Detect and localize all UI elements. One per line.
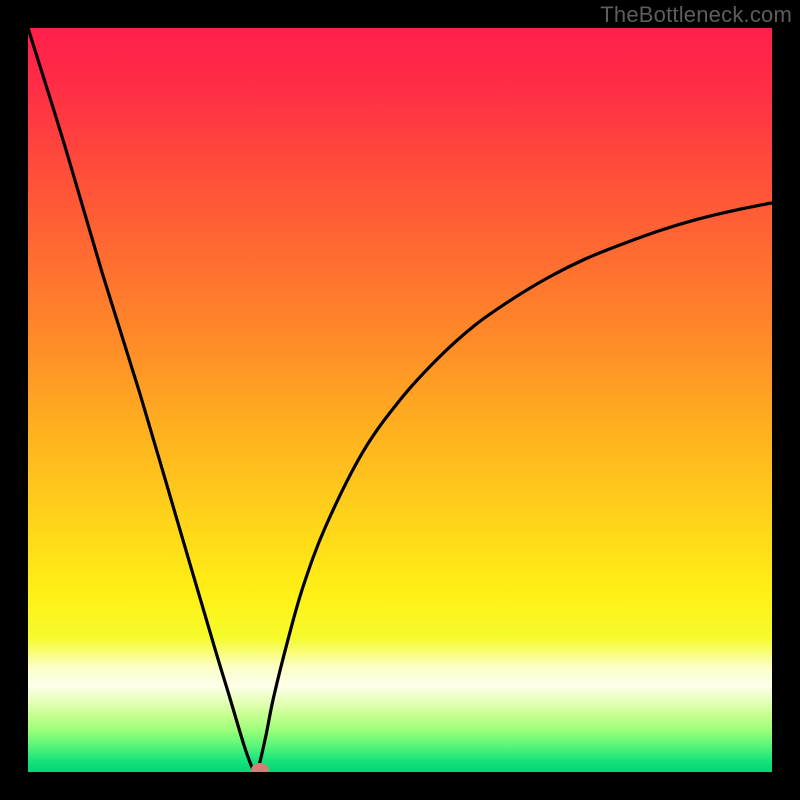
chart-frame: TheBottleneck.com xyxy=(0,0,800,800)
bottleneck-curve xyxy=(28,28,772,772)
optimal-point-marker xyxy=(251,763,269,772)
plot-area xyxy=(28,28,772,772)
watermark-text: TheBottleneck.com xyxy=(600,2,792,28)
